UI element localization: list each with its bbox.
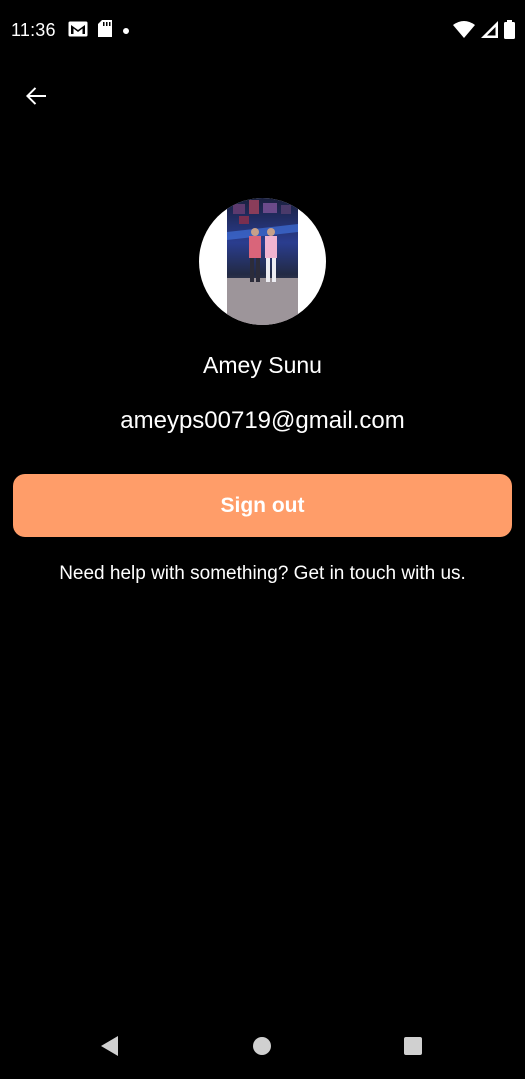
status-time: 11:36: [11, 20, 56, 40]
gmail-icon: [68, 21, 88, 42]
battery-icon: [504, 20, 515, 44]
recents-square-icon: [403, 1036, 423, 1061]
nav-home-button[interactable]: [232, 1018, 292, 1079]
user-name: Amey Sunu: [203, 352, 322, 378]
profile-photo: [227, 198, 298, 325]
sd-card-icon: [98, 20, 112, 42]
back-button[interactable]: [20, 82, 52, 114]
arrow-left-icon: [24, 84, 48, 113]
user-email: ameyps00719@gmail.com: [120, 407, 405, 434]
nav-recents-button[interactable]: [383, 1018, 443, 1079]
help-link[interactable]: Need help with something? Get in touch w…: [0, 563, 525, 585]
back-triangle-icon: [100, 1035, 120, 1062]
status-bar: 11:36: [0, 0, 525, 62]
status-icons-left: [68, 20, 130, 42]
nav-back-button[interactable]: [80, 1018, 140, 1079]
wifi-icon: [453, 21, 475, 43]
navigation-bar: [0, 1018, 525, 1079]
dot-icon: [122, 22, 130, 40]
home-circle-icon: [252, 1036, 272, 1061]
status-icons-right: [453, 20, 515, 44]
avatar: [199, 198, 326, 325]
signal-icon: [481, 21, 498, 43]
sign-out-button[interactable]: Sign out: [13, 474, 512, 537]
